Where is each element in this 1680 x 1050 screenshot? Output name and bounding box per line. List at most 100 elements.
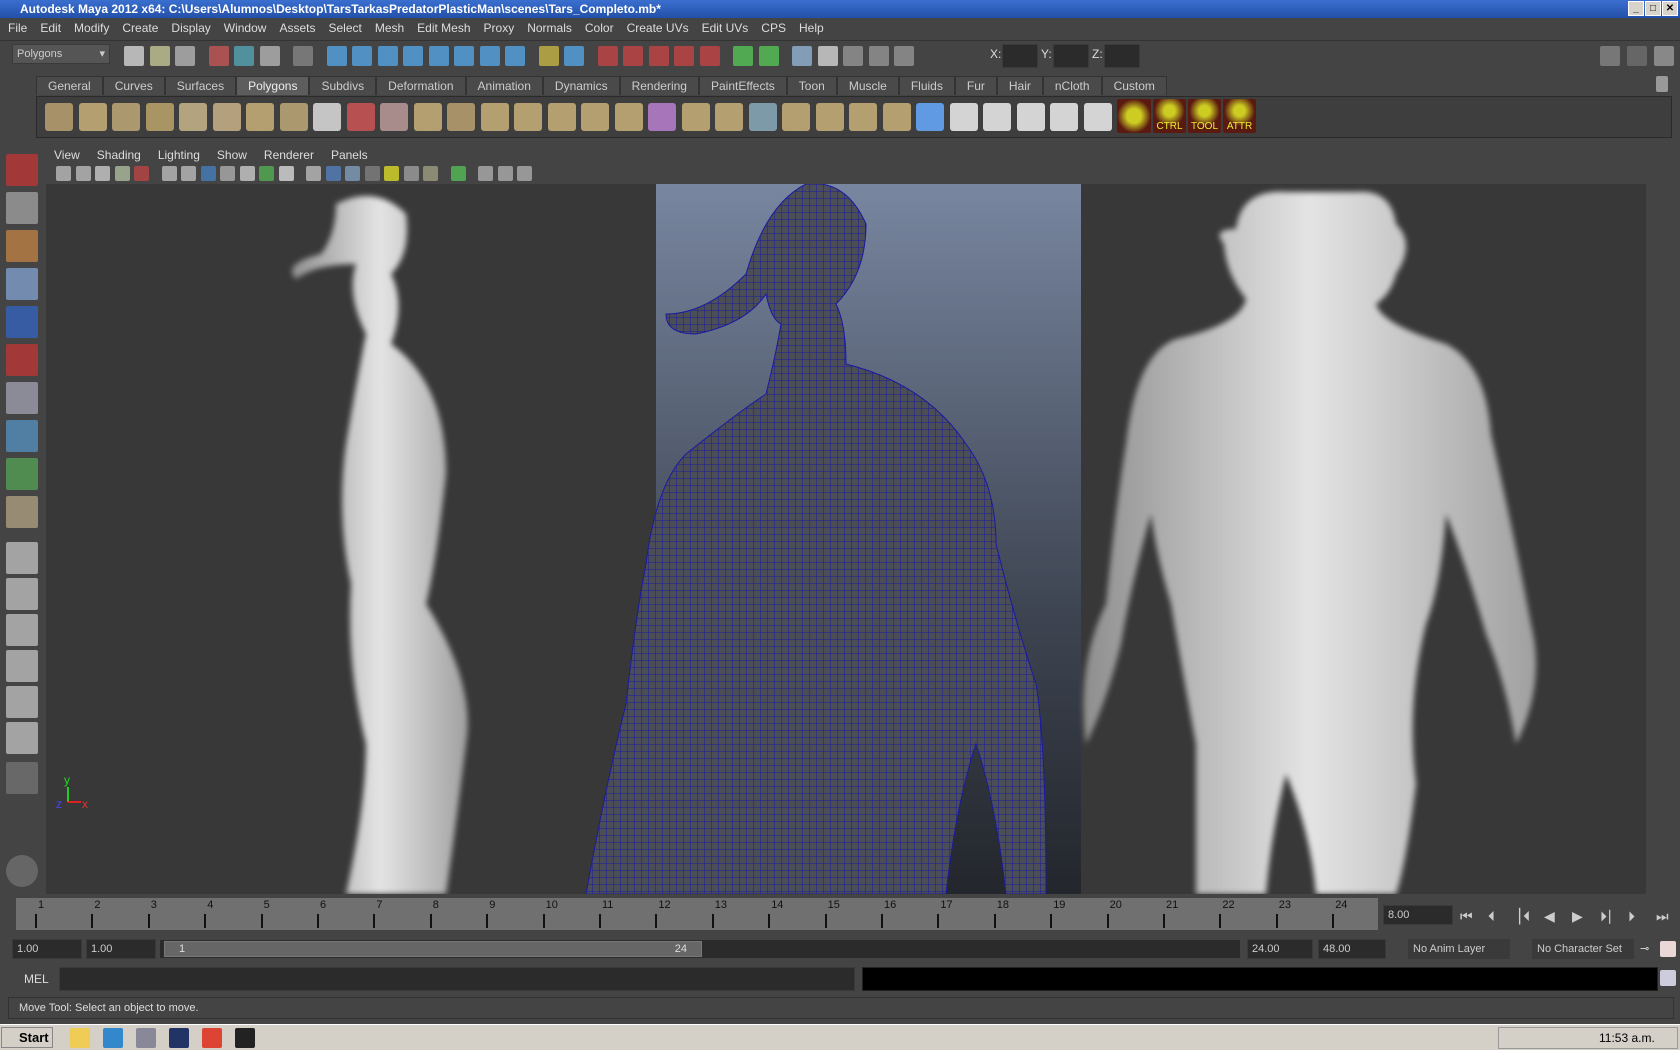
extract-icon[interactable] <box>413 103 442 131</box>
shadows-icon[interactable] <box>403 166 419 181</box>
select-surfaces-icon[interactable] <box>403 46 423 66</box>
snap-point-icon[interactable] <box>648 46 669 66</box>
uv-editor-icon[interactable] <box>983 103 1011 131</box>
xray-icon[interactable] <box>478 166 493 181</box>
automatic-mapping-icon[interactable] <box>949 103 978 131</box>
open-scene-icon[interactable] <box>149 46 170 66</box>
maya-icon[interactable] <box>235 1028 255 1048</box>
film-gate-icon[interactable] <box>181 166 196 181</box>
paint-select-tool-icon[interactable] <box>6 230 38 262</box>
after-effects-icon[interactable] <box>136 1028 156 1048</box>
mirror-icon[interactable] <box>514 103 542 131</box>
textured-icon[interactable] <box>364 166 380 181</box>
play-forwards-icon[interactable]: ▶ <box>1572 908 1583 925</box>
poly-cone-icon[interactable] <box>145 103 174 131</box>
shelf-tab-muscle[interactable]: Muscle <box>836 76 899 95</box>
select-handles-icon[interactable] <box>326 46 347 66</box>
menu-assets[interactable]: Assets <box>279 21 315 35</box>
ambient-occlusion-icon[interactable] <box>423 166 438 181</box>
menu-edit[interactable]: Edit <box>40 21 61 35</box>
new-scene-icon[interactable] <box>124 46 144 66</box>
panel-menu-shading[interactable]: Shading <box>97 148 141 162</box>
x-field[interactable] <box>1002 44 1038 68</box>
image-plane-icon[interactable] <box>95 166 110 181</box>
make-live-icon[interactable] <box>699 46 720 66</box>
step-forward-key-icon[interactable]: ⏵⎮ <box>1600 908 1612 925</box>
rotate-tool-icon[interactable] <box>6 306 38 338</box>
layout-script-editor-icon[interactable] <box>6 722 38 754</box>
key-icon[interactable]: ⊸ <box>1640 942 1649 955</box>
shelf-tab-hair[interactable]: Hair <box>996 76 1043 95</box>
menu-mesh[interactable]: Mesh <box>375 21 404 35</box>
safe-title-icon[interactable] <box>278 166 294 181</box>
photoshop-icon[interactable] <box>169 1028 189 1048</box>
merge-icon[interactable] <box>748 103 777 131</box>
menu-help[interactable]: Help <box>799 21 824 35</box>
shelf-tab-subdivs[interactable]: Subdivs <box>309 76 377 95</box>
panel-menu-view[interactable]: View <box>54 148 80 162</box>
shelf-tab-deformation[interactable]: Deformation <box>376 76 466 95</box>
play-backwards-icon[interactable]: ◀ <box>1544 908 1555 925</box>
append-polygon-icon[interactable] <box>547 103 576 131</box>
select-object-icon[interactable] <box>234 46 254 66</box>
menu-cps[interactable]: CPS <box>761 21 786 35</box>
y-field[interactable] <box>1053 44 1089 68</box>
tool-settings-toggle-icon[interactable] <box>1654 46 1674 66</box>
viewport[interactable]: y x z <box>46 184 1646 894</box>
gate-mask-icon[interactable] <box>220 166 235 181</box>
custom-shelf-button-attr[interactable]: ATTR <box>1223 99 1256 133</box>
wedge-icon[interactable] <box>815 103 844 131</box>
extrude-icon[interactable] <box>648 103 676 131</box>
render-current-icon[interactable] <box>843 46 863 66</box>
field-chart-icon[interactable] <box>239 166 255 181</box>
last-tool-icon[interactable] <box>6 496 38 528</box>
bookmark-icon[interactable] <box>75 166 91 181</box>
shelf-tab-fluids[interactable]: Fluids <box>898 76 955 95</box>
use-all-lights-icon[interactable] <box>384 166 399 181</box>
poly-cylinder-icon[interactable] <box>112 103 140 131</box>
shelf-tab-fur[interactable]: Fur <box>954 76 997 95</box>
poly-torus-icon[interactable] <box>212 103 241 131</box>
expand-layouts-icon[interactable] <box>6 762 38 794</box>
xray-joints-icon[interactable] <box>497 166 513 181</box>
script-editor-icon[interactable] <box>1660 970 1676 986</box>
shelf-tab-toon[interactable]: Toon <box>786 76 837 95</box>
channel-box-toggle-icon[interactable] <box>1600 46 1620 66</box>
poly-pyramid-icon[interactable] <box>246 103 274 131</box>
start-time-field[interactable]: 1.00 <box>12 939 82 959</box>
select-deformations-icon[interactable] <box>428 46 449 66</box>
shelf-tab-general[interactable]: General <box>36 76 103 95</box>
select-component-icon[interactable] <box>259 46 280 66</box>
menu-set-dropdown[interactable]: Polygons ▾ <box>12 44 110 64</box>
checker-icon[interactable] <box>1016 103 1045 131</box>
select-hierarchy-icon[interactable] <box>208 46 229 66</box>
step-back-key-icon[interactable]: ⎮⏴ <box>1516 908 1530 925</box>
custom-shelf-button-ctrl[interactable]: CTRL <box>1153 99 1186 133</box>
chrome-icon[interactable] <box>202 1028 222 1048</box>
soft-modification-tool-icon[interactable] <box>6 420 38 452</box>
end-time-field[interactable]: 48.00 <box>1318 939 1386 959</box>
menu-file[interactable]: File <box>8 21 27 35</box>
move-tool-icon[interactable] <box>6 268 38 300</box>
menu-select[interactable]: Select <box>328 21 361 35</box>
combine-icon[interactable] <box>346 103 375 131</box>
construction-history-icon[interactable] <box>792 46 812 66</box>
shelf-tab-surfaces[interactable]: Surfaces <box>164 76 237 95</box>
insert-edge-loop-icon[interactable] <box>614 103 643 131</box>
split-polygon-icon[interactable] <box>581 103 609 131</box>
bevel-icon[interactable] <box>715 103 743 131</box>
plane-projection-icon[interactable] <box>882 103 911 131</box>
select-misc-icon[interactable] <box>505 46 525 66</box>
go-to-start-icon[interactable]: ⏮ <box>1460 908 1473 925</box>
camera-attributes-icon[interactable] <box>56 166 71 181</box>
shelf-tab-ncloth[interactable]: nCloth <box>1042 76 1102 95</box>
snap-grid-icon[interactable] <box>597 46 618 66</box>
select-tool-icon[interactable] <box>6 154 38 186</box>
boolean-icon[interactable] <box>480 103 509 131</box>
custom-shelf-button-icon[interactable] <box>1117 99 1151 133</box>
go-to-end-icon[interactable]: ⏭ <box>1656 908 1669 925</box>
menu-window[interactable]: Window <box>224 21 267 35</box>
duplicate-face-icon[interactable] <box>849 103 877 131</box>
wireframe-icon[interactable] <box>306 166 321 181</box>
highlight-selection-icon[interactable] <box>564 46 584 66</box>
